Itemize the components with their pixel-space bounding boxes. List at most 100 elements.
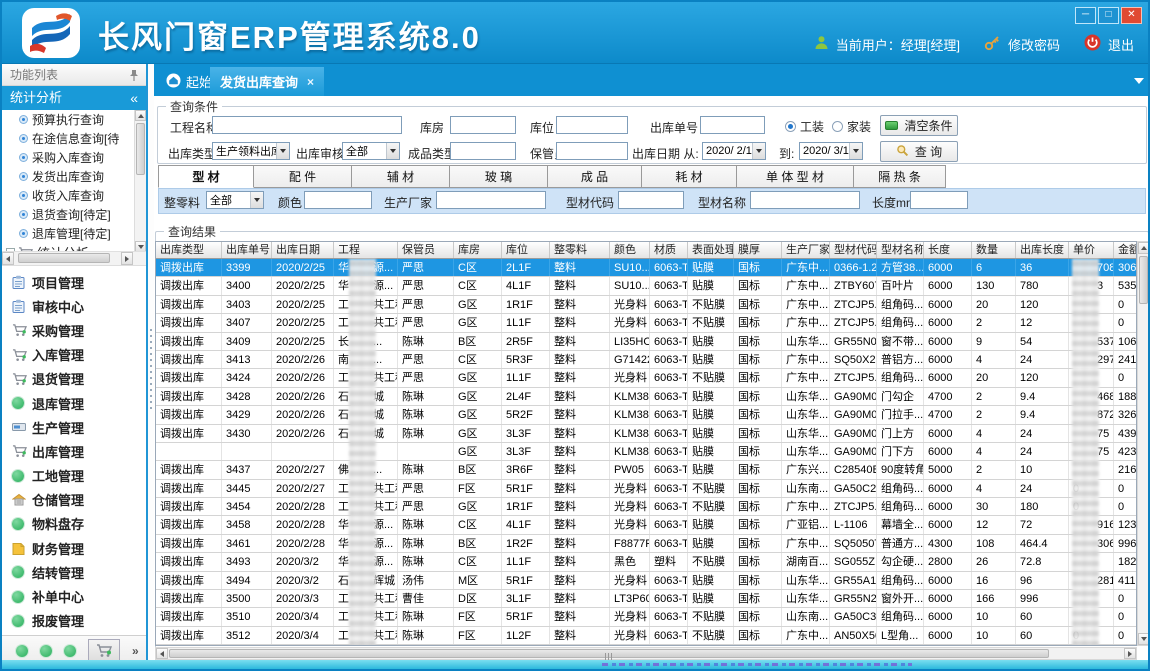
material-tab-单体型材[interactable]: 单 体 型 材 [737,165,854,188]
table-row[interactable]: 调拨出库34292020/2/26石城陈琳G区5R2F整料KLM38176063… [156,406,1136,424]
column-header-膜厚[interactable]: 膜厚 [734,242,782,258]
dropdown-arrow-icon[interactable] [849,143,862,159]
pin-icon[interactable] [129,69,139,82]
tree-scroll-down-icon[interactable] [135,241,146,252]
cart-module-button[interactable] [88,639,120,663]
dropdown-arrow-icon[interactable] [386,143,399,159]
column-header-颜色[interactable]: 颜色 [610,242,650,258]
more-modules-chevron[interactable]: » [132,644,139,658]
tree-hscroll-thumb[interactable] [18,253,110,263]
module-dot-icon[interactable] [16,645,28,657]
material-tab-玻璃[interactable]: 玻 璃 [450,165,548,188]
column-header-出库长度[interactable]: 出库长度 [1016,242,1069,258]
part-type-combo[interactable]: 全部 [206,191,264,209]
table-row[interactable]: 调拨出库35002020/3/3工共工程曹佳D区3L1F整料LT3P606063… [156,590,1136,608]
change-password-link[interactable]: 修改密码 [1008,35,1060,54]
table-row[interactable]: 调拨出库34002020/2/25华源...严思C区4L1F整料SU10...6… [156,277,1136,295]
table-row[interactable]: G区3L3F整料KLM38176063-T5贴膜国标山东华...GA90M09.… [156,443,1136,461]
sidebar-item-仓储管理[interactable]: 仓储管理 [2,488,146,512]
project-name-input[interactable] [212,116,402,134]
radio-homewear[interactable]: 家装 [832,118,871,135]
sidebar-item-出库管理[interactable]: 出库管理 [2,439,146,463]
grid-scroll-right-icon[interactable] [1124,648,1136,659]
manufacturer-input[interactable] [436,191,546,209]
maximize-button[interactable]: □ [1098,7,1119,24]
column-header-数量[interactable]: 数量 [972,242,1016,258]
grid-scroll-down-icon[interactable] [1138,633,1149,645]
table-row[interactable]: 调拨出库35102020/3/4工共工程陈琳F区5R1F整料光身料6063-T5… [156,608,1136,626]
length-input[interactable] [910,191,968,209]
tab-close-icon[interactable]: × [307,75,314,89]
table-row[interactable]: 调拨出库34282020/2/26石城陈琳G区2L4F整料KLM38176063… [156,388,1136,406]
tab-list-dropdown-icon[interactable] [1134,78,1144,84]
order-no-input[interactable] [700,116,765,134]
table-row[interactable]: 调拨出库33992020/2/25华源...严思C区2L1F整料SU10...6… [156,259,1136,277]
table-row[interactable]: 调拨出库34032020/2/25工共工程严思G区1R1F整料光身料6063-T… [156,296,1136,314]
column-header-出库类型[interactable]: 出库类型 [156,242,222,258]
column-header-单价[interactable]: 单价 [1069,242,1114,258]
profile-code-input[interactable] [618,191,684,209]
tree-item-退货查询[待定][interactable]: 退货查询[待定] [2,205,146,224]
dropdown-arrow-icon[interactable] [276,143,289,159]
audit-combo[interactable]: 全部 [342,142,400,160]
sidebar-item-工地管理[interactable]: 工地管理 [2,464,146,488]
table-row[interactable]: 调拨出库34072020/2/25工共工程严思G区1L1F整料光身料6063-T… [156,314,1136,332]
tree-vertical-scrollbar[interactable] [134,110,146,252]
collapse-icon[interactable]: « [130,86,138,110]
table-row[interactable]: 调拨出库34242020/2/26工共工程严思G区1L1F整料光身料6063-T… [156,369,1136,387]
close-button[interactable]: ✕ [1121,7,1142,24]
keeper-input[interactable] [556,142,628,160]
grid-vertical-scrollbar[interactable] [1137,241,1150,646]
material-tab-耗材[interactable]: 耗 材 [642,165,737,188]
material-tab-成品[interactable]: 成 品 [548,165,642,188]
tree-item-预算执行查询[interactable]: 预算执行查询 [2,110,146,129]
sidebar-item-采购管理[interactable]: 采购管理 [2,318,146,342]
tree-scroll-thumb[interactable] [136,123,145,175]
tree-item-收货入库查询[interactable]: 收货入库查询 [2,186,146,205]
stats-group-header[interactable]: 统计分析 « [2,86,146,110]
material-tab-辅材[interactable]: 辅 材 [352,165,450,188]
grid-hscroll-thumb[interactable] [169,649,1049,658]
sidebar-item-物料盘存[interactable]: 物料盘存 [2,512,146,536]
tree-scroll-up-icon[interactable] [135,110,146,121]
column-header-库房[interactable]: 库房 [454,242,502,258]
tree-scroll-right-icon[interactable] [121,252,133,265]
color-input[interactable] [304,191,372,209]
date-from-picker[interactable]: 2020/ 2/16 [702,142,766,160]
tree-item-在途信息查询[待[interactable]: 在途信息查询[待 [2,129,146,148]
table-row[interactable]: 调拨出库34942020/3/2石辉城汤伟M区5R1F整料光身料6063-T5贴… [156,572,1136,590]
tree-item-退库管理[待定][interactable]: 退库管理[待定] [2,224,146,243]
tree-scroll-left-icon[interactable] [2,252,14,265]
sidebar-item-报废管理[interactable]: 报废管理 [2,609,146,633]
grid-horizontal-scrollbar[interactable] [155,647,1137,660]
warehouse-input[interactable] [450,116,516,134]
table-row[interactable]: 调拨出库34932020/3/2华源...陈琳C区1L1F整料黑色塑料不贴膜国标… [156,553,1136,571]
profile-name-input[interactable] [750,191,860,209]
table-row[interactable]: 调拨出库34302020/2/26石城陈琳G区3L3F整料KLM38176063… [156,425,1136,443]
column-header-出库单号[interactable]: 出库单号 [222,242,272,258]
column-header-生产厂家[interactable]: 生产厂家 [782,242,830,258]
column-header-材质[interactable]: 材质 [650,242,688,258]
dropdown-arrow-icon[interactable] [250,192,263,208]
table-row[interactable]: 调拨出库34452020/2/27工共工程严思F区5R1F整料光身料6063-T… [156,480,1136,498]
table-row[interactable]: 调拨出库34582020/2/28华源...陈琳C区4L1F整料光身料6063-… [156,516,1136,534]
dropdown-arrow-icon[interactable] [752,143,765,159]
table-row[interactable]: 调拨出库34092020/2/25长...陈琳B区2R5F整料LI35HO606… [156,333,1136,351]
sidebar-item-财务管理[interactable]: 财务管理 [2,536,146,560]
sidebar-item-退货管理[interactable]: 退货管理 [2,367,146,391]
radio-workwear[interactable]: 工装 [785,118,824,135]
material-tab-配件[interactable]: 配 件 [254,165,352,188]
sidebar-item-审核中心[interactable]: 审核中心 [2,294,146,318]
sidebar-item-入库管理[interactable]: 入库管理 [2,343,146,367]
column-header-型材代码[interactable]: 型材代码 [830,242,877,258]
grid-scroll-left-icon[interactable] [156,648,168,659]
module-dot-icon[interactable] [64,645,76,657]
product-type-input[interactable] [450,142,516,160]
module-dot-icon[interactable] [40,645,52,657]
sidebar-item-补单中心[interactable]: 补单中心 [2,584,146,608]
tree-horizontal-scrollbar[interactable] [2,252,146,266]
table-row[interactable]: 调拨出库35122020/3/4工共工程陈琳F区1L2F整料光身料6063-T5… [156,627,1136,645]
column-header-出库日期[interactable]: 出库日期 [272,242,334,258]
sidebar-item-生产管理[interactable]: 生产管理 [2,415,146,439]
sidebar-item-结转管理[interactable]: 结转管理 [2,560,146,584]
